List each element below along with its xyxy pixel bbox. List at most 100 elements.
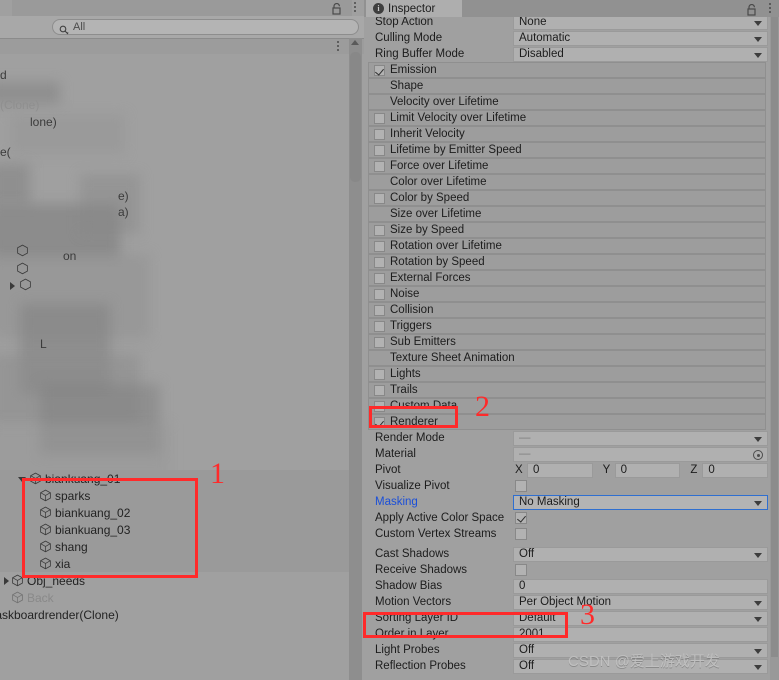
module-row-rotation-over-lifetime[interactable]: Rotation over Lifetime xyxy=(368,238,766,254)
module-row-inherit-velocity[interactable]: Inherit Velocity xyxy=(368,126,766,142)
dropdown-motion-vectors[interactable]: Per Object Motion xyxy=(513,594,768,610)
hierarchy-item-xia[interactable]: xia xyxy=(0,555,350,572)
property-label: Material xyxy=(375,448,416,460)
module-checkbox[interactable] xyxy=(374,384,385,396)
chevron-down-icon xyxy=(754,616,762,622)
module-checkbox[interactable] xyxy=(374,240,385,252)
vector3-field: X0Y0Z0 xyxy=(513,462,769,478)
hierarchy-item-shang[interactable]: shang xyxy=(0,538,350,555)
hierarchy-item-sparks[interactable]: sparks xyxy=(0,487,350,504)
module-row-external-forces[interactable]: External Forces xyxy=(368,270,766,286)
module-checkbox[interactable] xyxy=(374,256,385,268)
property-value: Per Object Motion xyxy=(519,596,612,608)
kebab-menu-icon[interactable] xyxy=(354,2,357,14)
module-row-size-over-lifetime[interactable]: Size over Lifetime xyxy=(368,206,766,222)
object-picker-icon[interactable] xyxy=(753,449,763,460)
property-label: Shadow Bias xyxy=(375,580,443,592)
module-row-size-by-speed[interactable]: Size by Speed xyxy=(368,222,766,238)
module-checkbox[interactable] xyxy=(374,112,385,124)
module-row-color-by-speed[interactable]: Color by Speed xyxy=(368,190,766,206)
module-row-lights[interactable]: Lights xyxy=(368,366,766,382)
module-checkbox[interactable] xyxy=(374,336,385,348)
module-checkbox[interactable] xyxy=(374,272,385,284)
module-checkbox[interactable] xyxy=(374,144,385,156)
module-row-sub-emitters[interactable]: Sub Emitters xyxy=(368,334,766,350)
input-order-in-layer[interactable]: 2001 xyxy=(513,626,768,642)
pivot-z-input[interactable]: 0 xyxy=(702,462,769,478)
scroll-up-arrow-icon[interactable] xyxy=(351,40,359,45)
module-row-velocity-over-lifetime[interactable]: Velocity over Lifetime xyxy=(368,94,766,110)
module-checkbox[interactable] xyxy=(374,320,385,332)
module-row-force-over-lifetime[interactable]: Force over Lifetime xyxy=(368,158,766,174)
cube-icon xyxy=(11,591,24,604)
module-row-color-over-lifetime[interactable]: Color over Lifetime xyxy=(368,174,766,190)
search-input[interactable]: All xyxy=(52,19,359,35)
dropdown-sorting-layer-id[interactable]: Default xyxy=(513,610,768,626)
hierarchy-options-icon[interactable] xyxy=(337,41,340,53)
inspector-content: Stop Action None Culling Mode Automatic Ring… xyxy=(364,0,779,680)
expand-triangle-icon[interactable] xyxy=(4,576,9,585)
module-row-shape[interactable]: Shape xyxy=(368,78,766,94)
module-checkbox[interactable] xyxy=(374,128,385,140)
property-label: Ring Buffer Mode xyxy=(375,48,465,60)
module-row-noise[interactable]: Noise xyxy=(368,286,766,302)
module-row-lifetime-by-emitter-speed[interactable]: Lifetime by Emitter Speed xyxy=(368,142,766,158)
module-row-renderer[interactable]: Renderer xyxy=(368,414,766,430)
module-checkbox[interactable] xyxy=(374,368,385,380)
module-checkbox[interactable] xyxy=(374,160,385,172)
scrollbar-thumb[interactable] xyxy=(350,52,361,182)
lock-icon[interactable] xyxy=(746,3,757,16)
input-material[interactable]: — xyxy=(513,446,768,462)
hierarchy-scrollbar[interactable] xyxy=(349,38,362,680)
module-checkbox[interactable] xyxy=(374,304,385,316)
property-label: Light Probes xyxy=(375,644,440,656)
obscured-text-fragment: lone) xyxy=(30,115,57,129)
dropdown-culling-mode[interactable]: Automatic xyxy=(513,30,768,46)
checkbox[interactable] xyxy=(515,564,527,576)
cube-icon xyxy=(39,489,52,502)
hierarchy-item-biankuang-02[interactable]: biankuang_02 xyxy=(0,504,350,521)
hierarchy-item-taskboardrender-clone-[interactable]: taskboardrender(Clone) xyxy=(0,606,350,623)
module-row-emission[interactable]: Emission xyxy=(368,62,766,78)
module-checkbox[interactable] xyxy=(374,288,385,300)
module-row-limit-velocity-over-lifetime[interactable]: Limit Velocity over Lifetime xyxy=(368,110,766,126)
module-label: Shape xyxy=(390,80,424,92)
hierarchy-item-label: Obj_needs xyxy=(27,573,86,588)
hierarchy-item-biankuang-03[interactable]: biankuang_03 xyxy=(0,521,350,538)
axis-label-z: Z xyxy=(690,464,698,476)
hierarchy-tabstrip[interactable] xyxy=(12,0,352,16)
hierarchy-item-back[interactable]: Back xyxy=(0,589,350,606)
module-checkbox[interactable] xyxy=(374,400,385,412)
scrollbar-thumb[interactable] xyxy=(771,17,778,657)
module-checkbox[interactable] xyxy=(374,416,385,428)
checkbox[interactable] xyxy=(515,528,527,540)
module-row-rotation-by-speed[interactable]: Rotation by Speed xyxy=(368,254,766,270)
pivot-x-input[interactable]: 0 xyxy=(527,462,593,478)
inspector-scrollbar[interactable] xyxy=(770,17,779,680)
checkbox[interactable] xyxy=(515,480,527,492)
dropdown-render-mode[interactable]: — xyxy=(513,430,768,446)
pivot-y-input[interactable]: 0 xyxy=(614,462,681,478)
dropdown-ring-buffer-mode[interactable]: Disabled xyxy=(513,46,768,62)
module-row-texture-sheet-animation[interactable]: Texture Sheet Animation xyxy=(368,350,766,366)
kebab-menu-icon[interactable] xyxy=(769,3,772,15)
expand-triangle-icon[interactable] xyxy=(10,282,15,290)
obscured-text-fragment: e) xyxy=(118,189,129,203)
module-row-triggers[interactable]: Triggers xyxy=(368,318,766,334)
module-checkbox[interactable] xyxy=(374,64,385,76)
property-value: 2001 xyxy=(519,628,545,640)
input-shadow-bias[interactable]: 0 xyxy=(513,578,768,594)
checkbox[interactable] xyxy=(515,512,527,524)
hierarchy-item-obj-needs[interactable]: Obj_needs xyxy=(0,572,350,589)
module-row-trails[interactable]: Trails xyxy=(368,382,766,398)
tab-inspector[interactable]: i Inspector xyxy=(366,0,462,17)
module-checkbox[interactable] xyxy=(374,192,385,204)
module-checkbox[interactable] xyxy=(374,224,385,236)
hierarchy-item-biankuang-01[interactable]: biankuang_01 xyxy=(0,470,350,487)
module-row-custom-data[interactable]: Custom Data xyxy=(368,398,766,414)
dropdown-masking[interactable]: No Masking xyxy=(513,494,768,510)
module-row-collision[interactable]: Collision xyxy=(368,302,766,318)
lock-icon[interactable] xyxy=(331,2,342,15)
dropdown-cast-shadows[interactable]: Off xyxy=(513,546,768,562)
expand-triangle-icon[interactable] xyxy=(18,477,26,482)
